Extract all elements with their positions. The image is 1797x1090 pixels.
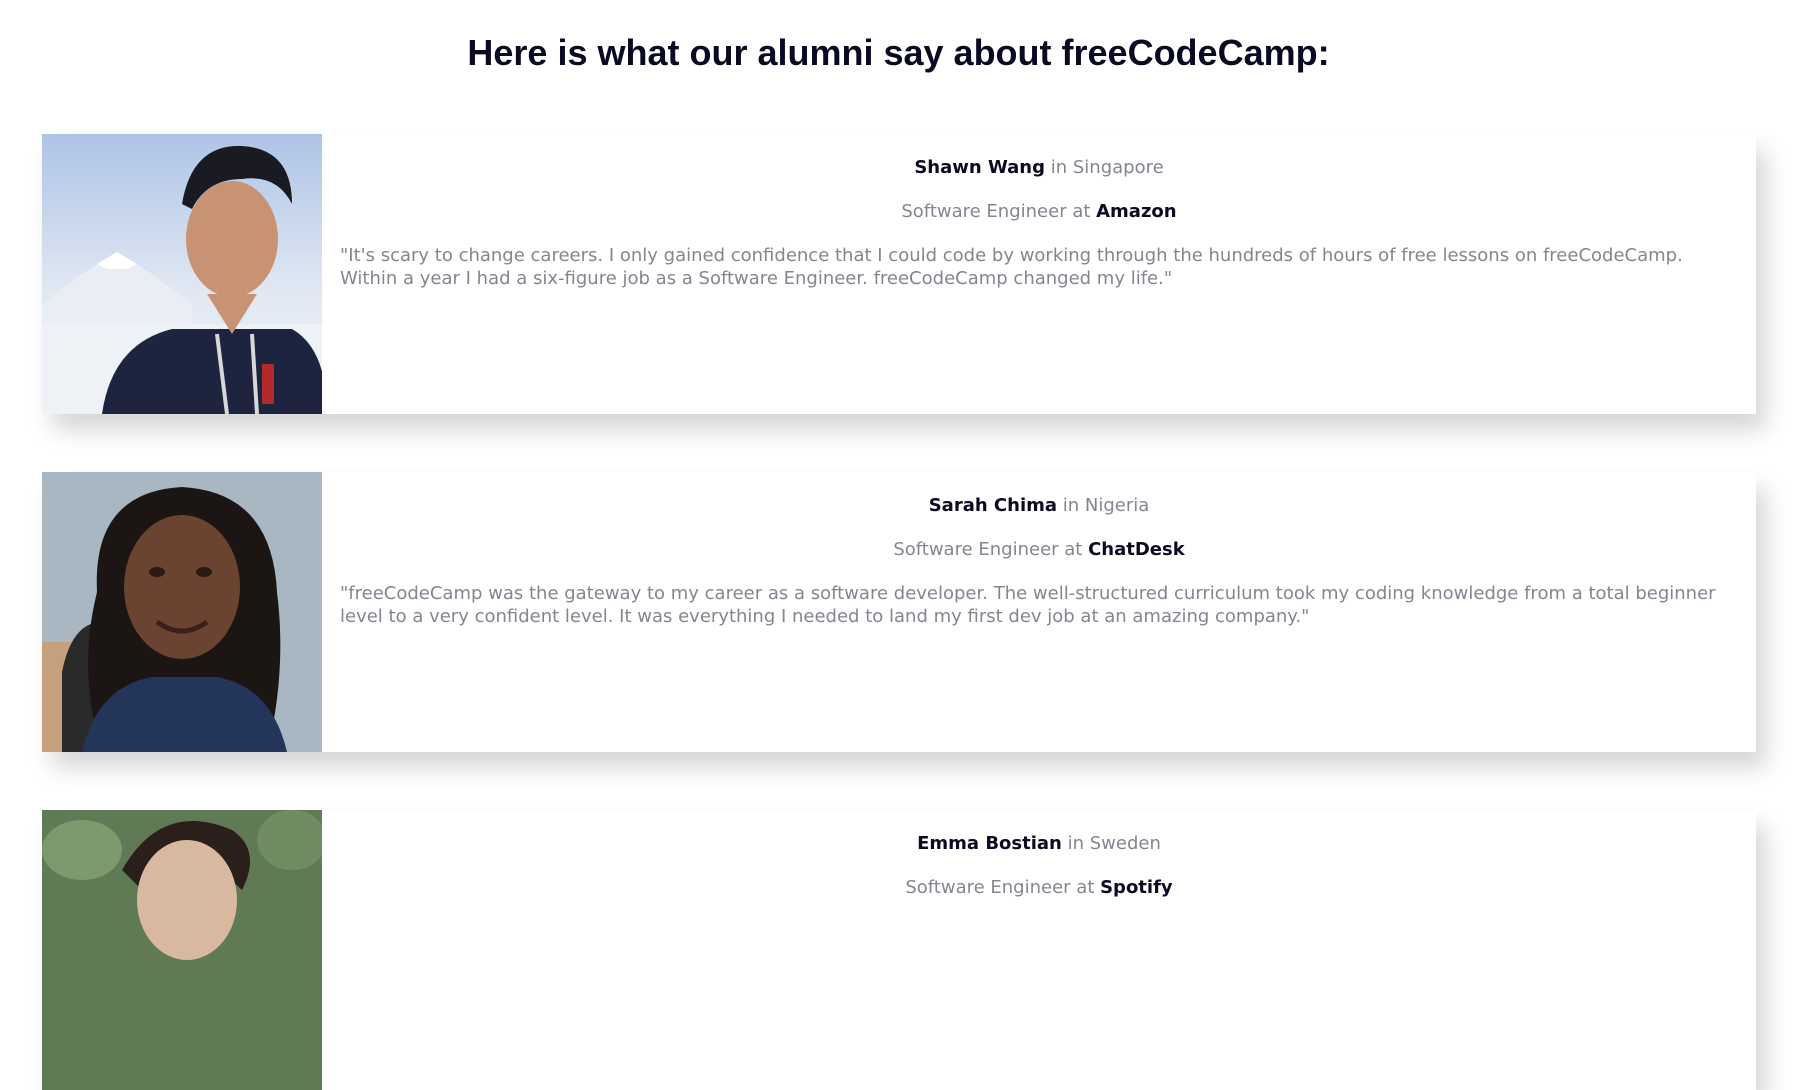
job-role: Software Engineer at (905, 877, 1101, 898)
job-line: Software Engineer at Spotify (340, 876, 1738, 900)
person-name: Emma Bostian (917, 833, 1062, 854)
location-prefix: in (1045, 157, 1073, 178)
testimonial-card: Sarah Chima in Nigeria Software Engineer… (42, 472, 1756, 752)
testimonial-card: Emma Bostian in Sweden Software Engineer… (42, 810, 1756, 1090)
job-role: Software Engineer at (901, 201, 1097, 222)
location-prefix: in (1057, 495, 1085, 516)
company-name: ChatDesk (1088, 539, 1185, 560)
page-title: Here is what our alumni say about freeCo… (467, 32, 1330, 73)
avatar (42, 472, 322, 752)
person-line: Sarah Chima in Nigeria (340, 494, 1738, 518)
testimonial-body: Sarah Chima in Nigeria Software Engineer… (322, 472, 1756, 752)
job-line: Software Engineer at Amazon (340, 200, 1738, 224)
person-location: Nigeria (1084, 495, 1150, 516)
location-prefix: in (1061, 833, 1090, 854)
job-role: Software Engineer at (893, 539, 1089, 560)
testimonial-body: Emma Bostian in Sweden Software Engineer… (322, 810, 1756, 1090)
avatar (42, 134, 322, 414)
testimonial-quote: "freeCodeCamp was the gateway to my care… (340, 583, 1716, 627)
job-line: Software Engineer at ChatDesk (340, 538, 1738, 562)
testimonial-body: Shawn Wang in Singapore Software Enginee… (322, 134, 1756, 414)
avatar (42, 810, 322, 1090)
person-location: Sweden (1089, 833, 1161, 854)
company-name: Spotify (1100, 877, 1173, 898)
person-line: Shawn Wang in Singapore (340, 156, 1738, 180)
person-location: Singapore (1072, 157, 1164, 178)
person-line: Emma Bostian in Sweden (340, 832, 1738, 856)
testimonial-card: Shawn Wang in Singapore Software Enginee… (42, 134, 1756, 414)
testimonial-quote: "It's scary to change careers. I only ga… (340, 245, 1683, 289)
person-name: Shawn Wang (914, 157, 1046, 178)
company-name: Amazon (1096, 201, 1177, 222)
person-name: Sarah Chima (928, 495, 1058, 516)
